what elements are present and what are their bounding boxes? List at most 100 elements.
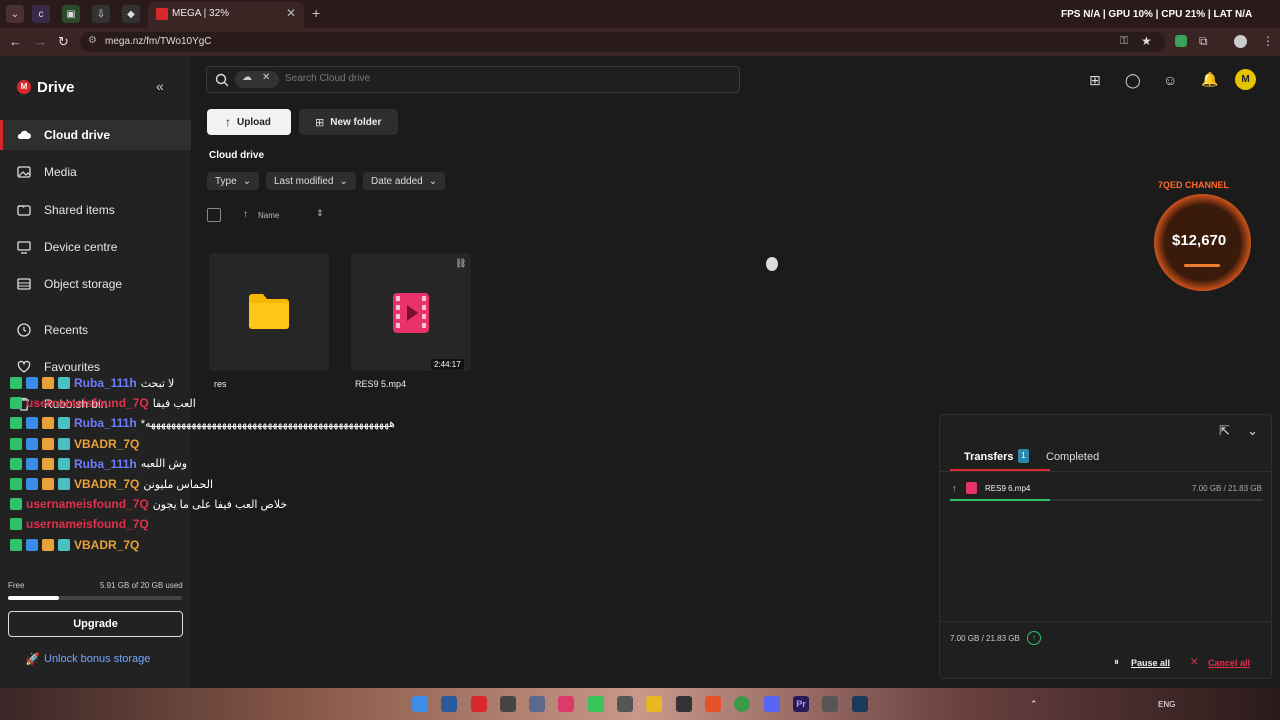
- chat-message: usernameisfound_7Q العب فيفا: [10, 394, 196, 412]
- app-title: Drive: [37, 79, 75, 96]
- expand-icon[interactable]: ⇱: [1219, 423, 1230, 439]
- sidebar-item-shared[interactable]: Shared items: [0, 195, 191, 225]
- apps-grid-icon[interactable]: ⊞: [1089, 72, 1101, 89]
- chat-badge-icon: [58, 437, 70, 450]
- clear-scope-icon[interactable]: ✕: [262, 72, 270, 83]
- upgrade-button[interactable]: Upgrade: [8, 611, 183, 637]
- user-avatar[interactable]: M: [1235, 69, 1256, 90]
- key-icon[interactable]: ⚿: [1120, 35, 1128, 48]
- chat-badge-icon: [10, 377, 22, 389]
- contacts-icon[interactable]: ☺: [1163, 72, 1177, 88]
- unlock-bonus-link[interactable]: Unlock bonus storage: [44, 653, 150, 665]
- chat-badge-icon: [58, 478, 70, 490]
- sidebar-item-device-centre[interactable]: Device centre: [0, 232, 191, 262]
- taskbar-app-icon[interactable]: [822, 696, 838, 712]
- extension-shield-icon[interactable]: [1175, 35, 1187, 47]
- close-tab-icon[interactable]: ✕: [286, 6, 296, 20]
- tab-favicon-3[interactable]: ⇩: [92, 5, 110, 23]
- chevron-down-icon: ⌄: [242, 175, 252, 187]
- start-menu-icon[interactable]: [412, 696, 428, 712]
- sidebar-item-label: Device centre: [44, 240, 118, 254]
- tab-search-icon[interactable]: ⌄: [6, 5, 24, 23]
- browser-menu-icon[interactable]: ⋮: [1262, 34, 1274, 48]
- sidebar-item-object-storage[interactable]: Object storage: [0, 269, 191, 299]
- filter-last-modified[interactable]: Last modified ⌄: [266, 172, 356, 190]
- arrow-up-icon: ↑: [225, 115, 231, 129]
- notifications-bell-icon[interactable]: 🔔: [1201, 71, 1218, 88]
- search-placeholder: Search Cloud drive: [285, 73, 371, 84]
- video-tile[interactable]: ⛓ 2:44:17: [351, 253, 471, 371]
- taskbar-app-icon[interactable]: [617, 696, 633, 712]
- premiere-icon[interactable]: Pr: [793, 696, 809, 712]
- back-icon[interactable]: ←: [9, 34, 22, 49]
- chrome-icon[interactable]: [734, 696, 750, 712]
- tab-mega[interactable]: MEGA | 32% ✕: [148, 2, 304, 28]
- tab-transfers[interactable]: Transfers: [964, 451, 1014, 463]
- taskbar-app-icon[interactable]: [676, 696, 692, 712]
- chat-badge-icon: [10, 397, 22, 410]
- divider: [940, 471, 1273, 472]
- tab-favicon-2[interactable]: ▣: [62, 5, 80, 23]
- collapse-sidebar-icon[interactable]: «: [156, 78, 164, 94]
- upload-button[interactable]: ↑ Upload: [207, 109, 291, 135]
- column-name-header[interactable]: Name: [258, 211, 279, 220]
- site-info-icon[interactable]: ⚙: [88, 35, 97, 46]
- profile-avatar[interactable]: [1234, 35, 1247, 48]
- filter-label: Date added: [371, 175, 423, 187]
- tab-favicon-4[interactable]: ◆: [122, 5, 140, 23]
- steam-icon[interactable]: [852, 696, 868, 712]
- tab-completed[interactable]: Completed: [1046, 451, 1099, 463]
- taskbar-app-icon[interactable]: [471, 696, 487, 712]
- search-input[interactable]: ☁ ✕ Search Cloud drive: [206, 66, 740, 93]
- image-icon: [17, 166, 31, 178]
- sidebar-item-recents[interactable]: Recents: [0, 315, 191, 345]
- sidebar-item-media[interactable]: Media: [0, 157, 191, 187]
- chat-badge-icon: [26, 538, 38, 551]
- pause-all-button[interactable]: Pause all: [1131, 658, 1170, 668]
- sidebar-item-cloud-drive[interactable]: Cloud drive: [0, 120, 191, 150]
- taskbar-app-icon[interactable]: [558, 696, 574, 712]
- filter-type[interactable]: Type ⌄: [207, 172, 260, 190]
- sort-arrow-icon[interactable]: ↑: [243, 209, 248, 220]
- chat-badge-icon: [42, 377, 54, 389]
- folder-tile[interactable]: [209, 253, 329, 371]
- select-all-checkbox[interactable]: [207, 208, 221, 222]
- file-explorer-icon[interactable]: [646, 696, 662, 712]
- search-icon: [215, 73, 229, 87]
- chat-message: Ruba_111h وش اللعبه: [10, 455, 187, 473]
- new-tab-icon[interactable]: +: [312, 5, 320, 21]
- tray-overflow-icon[interactable]: ⌃: [1030, 699, 1038, 710]
- transfer-row[interactable]: ↑ RES9 6.mp4 7.00 GB / 21.83 GB: [940, 479, 1273, 503]
- divider: [940, 621, 1273, 622]
- brave-browser-icon[interactable]: [705, 696, 721, 712]
- filter-date-added[interactable]: Date added ⌄: [363, 172, 446, 190]
- sort-toggle-icon[interactable]: ⇕: [316, 208, 324, 219]
- chat-icon[interactable]: ◯: [1125, 72, 1141, 89]
- bookmark-star-icon[interactable]: ★: [1141, 34, 1152, 48]
- language-indicator[interactable]: ENG: [1158, 700, 1175, 709]
- collapse-panel-icon[interactable]: ⌄: [1247, 423, 1258, 439]
- reload-icon[interactable]: ↻: [58, 34, 69, 50]
- chevron-down-icon: ⌄: [428, 175, 438, 187]
- taskbar-settings-icon[interactable]: [529, 696, 545, 712]
- link-icon[interactable]: ⛓: [455, 258, 466, 269]
- taskbar-app-icon[interactable]: [588, 696, 604, 712]
- mega-logo-icon: M: [17, 80, 31, 94]
- storage-bar-fill: [8, 596, 60, 600]
- forward-icon[interactable]: →: [34, 34, 47, 49]
- sidebar-item-label: Shared items: [44, 203, 115, 217]
- address-bar[interactable]: ⚙ mega.nz/fm/TWo10YgC: [80, 32, 1165, 52]
- cancel-all-button[interactable]: Cancel all: [1208, 658, 1250, 668]
- tab-favicon-1[interactable]: c: [32, 5, 50, 23]
- chat-badge-icon: [42, 538, 54, 551]
- search-scope-chip[interactable]: ☁ ✕: [235, 71, 279, 88]
- chat-message: VBADR_7Q: [10, 536, 139, 554]
- transfers-panel: ⇱ ⌄ Transfers 1 Completed ↑ RES9 6.mp4 7…: [939, 414, 1273, 679]
- new-folder-button[interactable]: ⊞ New folder: [299, 109, 398, 135]
- taskbar-app-icon[interactable]: [500, 696, 516, 712]
- extensions-icon[interactable]: ⧉: [1199, 34, 1208, 49]
- sidebar-item-label: Recents: [44, 323, 89, 337]
- sidebar-item-label: Media: [44, 165, 77, 179]
- discord-icon[interactable]: [764, 696, 780, 712]
- taskbar-search-icon[interactable]: [441, 696, 457, 712]
